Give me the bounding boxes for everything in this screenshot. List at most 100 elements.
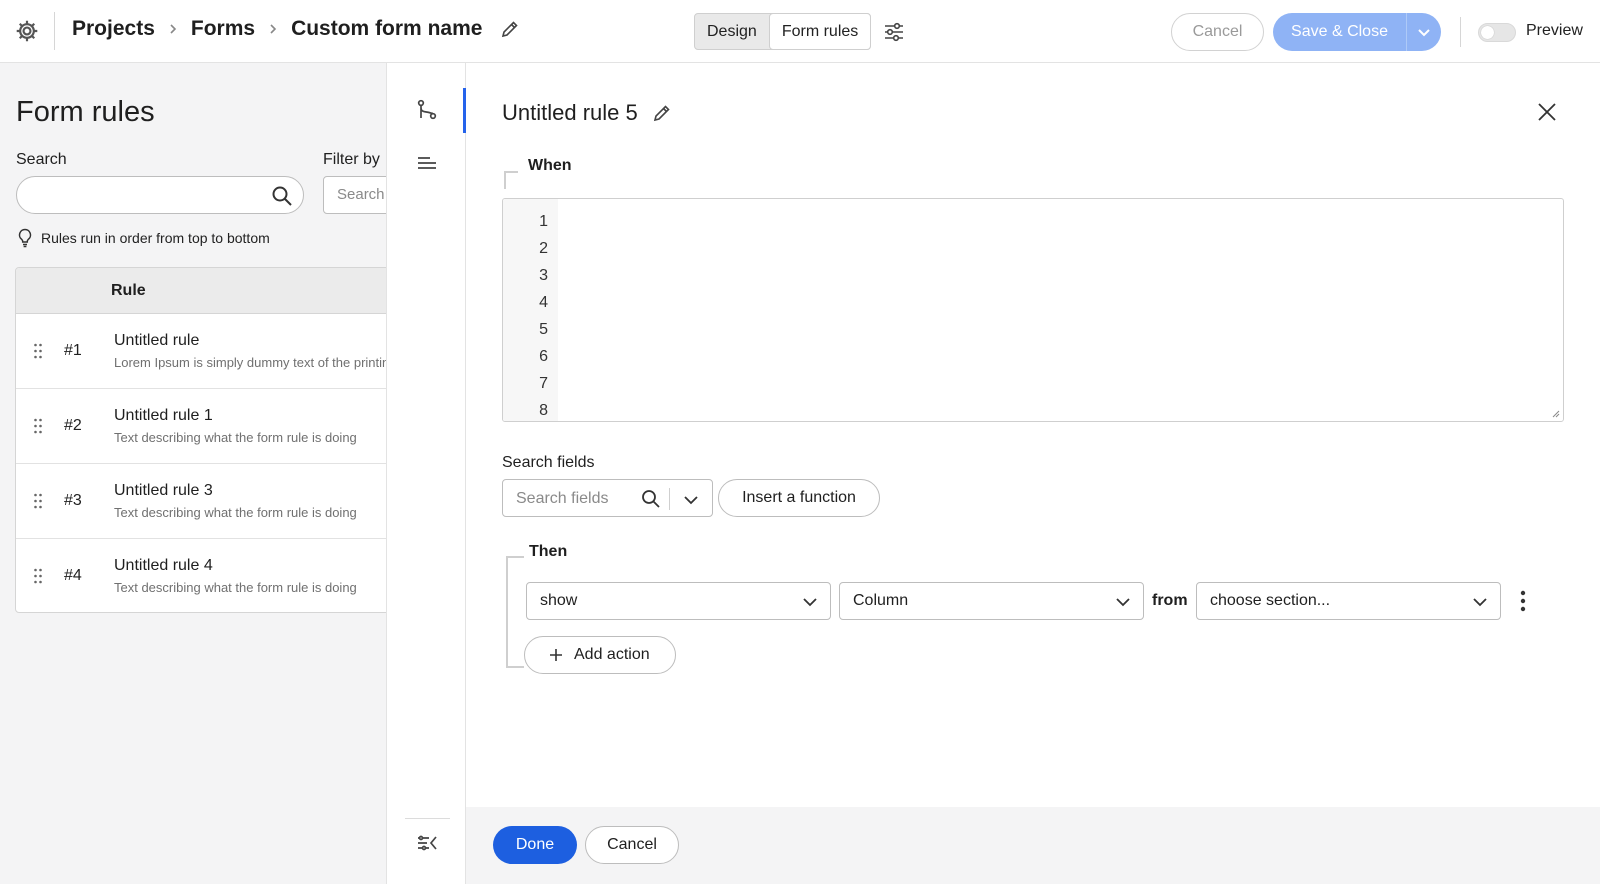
action-select-value: show (540, 592, 578, 609)
drag-handle-icon[interactable] (33, 343, 43, 359)
line-number: 3 (539, 267, 548, 284)
search-label: Search (16, 151, 67, 168)
rule-title: Untitled rule (114, 332, 200, 349)
preview-toggle[interactable] (1478, 23, 1516, 42)
tab-form-rules[interactable]: Form rules (768, 13, 872, 50)
close-icon[interactable] (1536, 101, 1558, 123)
search-icon (642, 490, 660, 508)
section-select[interactable]: choose section... (1196, 582, 1501, 620)
filter-label: Filter by (323, 151, 380, 168)
target-select-value: Column (853, 592, 909, 609)
resize-handle-icon[interactable] (1552, 410, 1560, 418)
target-select[interactable]: Column (839, 582, 1144, 620)
rule-title: Untitled rule 3 (114, 482, 213, 499)
topbar-divider (1460, 17, 1461, 47)
rule-title: Untitled rule 1 (114, 407, 213, 424)
line-number: 1 (539, 213, 548, 230)
rules-search-input[interactable] (16, 176, 304, 214)
hint-text: Rules run in order from top to bottom (41, 230, 270, 246)
rule-description: Text describing what the form rule is do… (114, 430, 357, 445)
breadcrumb-forms[interactable]: Forms (191, 17, 255, 41)
order-hint: Rules run in order from top to bottom (16, 228, 270, 248)
search-fields-input[interactable]: Search fields (502, 479, 713, 517)
pencil-icon[interactable] (500, 19, 520, 39)
when-bracket (504, 171, 518, 189)
breadcrumb: Projects Forms Custom form name (72, 17, 520, 41)
done-button[interactable]: Done (493, 826, 577, 864)
tab-design[interactable]: Design (695, 14, 769, 49)
chevron-down-icon[interactable] (683, 492, 699, 508)
rule-title: Untitled rule 4 (114, 557, 213, 574)
topbar-divider (54, 12, 55, 50)
view-switcher: Design Form rules (694, 13, 872, 50)
save-options-dropdown[interactable] (1406, 13, 1441, 51)
search-fields-placeholder: Search fields (516, 490, 609, 507)
rule-editor: Untitled rule 5 When 1 2 3 4 5 6 7 8 Sea… (466, 63, 1600, 807)
insert-function-button[interactable]: Insert a function (718, 479, 880, 517)
rail-divider (405, 818, 450, 819)
add-action-button[interactable]: Add action (524, 636, 676, 674)
editor-footer: Done Cancel (466, 807, 1600, 884)
line-number: 8 (539, 402, 548, 419)
add-action-label: Add action (574, 646, 650, 663)
table-row[interactable]: #1 Untitled rule Lorem Ipsum is simply d… (16, 314, 386, 389)
drag-handle-icon[interactable] (33, 568, 43, 584)
section-select-value: choose section... (1210, 592, 1331, 609)
column-header-rule: Rule (16, 268, 386, 314)
search-icon (272, 186, 292, 206)
chevron-down-icon (803, 598, 817, 607)
preview-label: Preview (1526, 22, 1583, 39)
cancel-button[interactable]: Cancel (585, 826, 679, 864)
line-number: 4 (539, 294, 548, 311)
table-row[interactable]: #2 Untitled rule 1 Text describing what … (16, 389, 386, 464)
chevron-right-icon (270, 24, 277, 34)
then-bracket (506, 556, 524, 668)
chevron-down-icon (1418, 29, 1430, 37)
rules-table: Rule #1 Untitled rule Lorem Ipsum is sim… (15, 267, 386, 613)
rules-list-panel: Form rules Search Filter by Search Rules… (0, 63, 386, 884)
search-fields-label: Search fields (502, 454, 595, 471)
rule-number: #3 (64, 492, 82, 509)
filter-input[interactable]: Search (323, 176, 386, 214)
rule-name-text: Untitled rule 5 (502, 100, 638, 125)
collapse-panel-icon[interactable] (415, 831, 439, 855)
rule-description: Lorem Ipsum is simply dummy text of the … (114, 355, 386, 370)
rule-description: Text describing what the form rule is do… (114, 505, 357, 520)
rule-description: Text describing what the form rule is do… (114, 580, 357, 595)
sliders-icon[interactable] (882, 20, 906, 44)
line-number: 6 (539, 348, 548, 365)
pencil-icon[interactable] (652, 103, 672, 123)
table-row[interactable]: #4 Untitled rule 4 Text describing what … (16, 539, 386, 612)
condition-code-editor[interactable]: 1 2 3 4 5 6 7 8 (502, 198, 1564, 422)
line-number: 2 (539, 240, 548, 257)
chevron-right-icon (170, 24, 177, 34)
rule-name: Untitled rule 5 (502, 100, 672, 126)
rule-number: #4 (64, 567, 82, 584)
from-label: from (1152, 592, 1188, 609)
breadcrumb-projects[interactable]: Projects (72, 17, 155, 41)
branch-icon[interactable] (415, 98, 439, 122)
top-bar: Projects Forms Custom form name Design F… (0, 0, 1600, 63)
chevron-down-icon (1473, 598, 1487, 607)
action-select[interactable]: show (526, 582, 831, 620)
line-number: 5 (539, 321, 548, 338)
save-close-button-group: Save & Close (1273, 13, 1441, 51)
lines-icon[interactable] (415, 151, 439, 175)
drag-handle-icon[interactable] (33, 493, 43, 509)
rule-number: #1 (64, 342, 82, 359)
header-cancel-button[interactable]: Cancel (1171, 13, 1264, 51)
breadcrumb-form-name: Custom form name (291, 17, 483, 40)
kebab-icon[interactable] (1520, 590, 1526, 612)
line-number: 7 (539, 375, 548, 392)
then-label: Then (529, 543, 568, 560)
drag-handle-icon[interactable] (33, 418, 43, 434)
plus-icon (550, 649, 562, 661)
icon-rail (386, 63, 466, 884)
chevron-down-icon (1116, 598, 1130, 607)
line-number-gutter: 1 2 3 4 5 6 7 8 (503, 199, 558, 421)
when-label: When (528, 157, 572, 174)
table-row[interactable]: #3 Untitled rule 3 Text describing what … (16, 464, 386, 539)
panel-title: Form rules (16, 96, 155, 128)
save-close-button[interactable]: Save & Close (1273, 13, 1406, 51)
gear-icon[interactable] (14, 18, 40, 44)
